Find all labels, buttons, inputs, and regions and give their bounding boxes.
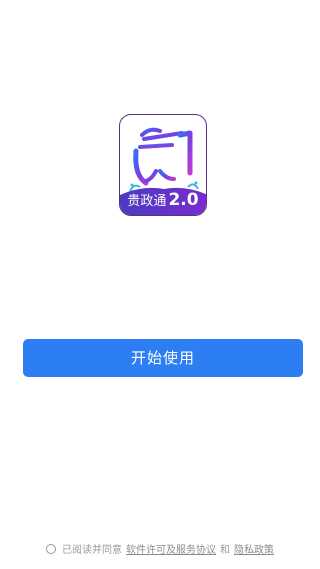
privacy-policy-link[interactable]: 隐私政策 <box>234 545 274 556</box>
agreement-row: 已阅读并同意 软件许可及服务协议和隐私政策 <box>0 543 320 559</box>
logo-version: 2.0 <box>168 190 199 210</box>
splash-screen: 贵政通 2.0 开始使用 已阅读并同意 软件许可及服务协议和隐私政策 <box>0 0 320 569</box>
start-button[interactable]: 开始使用 <box>23 339 303 377</box>
logo-text: 贵政通 2.0 <box>120 190 206 212</box>
agreement-prefix: 已阅读并同意 <box>62 545 122 556</box>
software-license-link[interactable]: 软件许可及服务协议 <box>126 545 216 556</box>
logo-title: 贵政通 <box>127 194 167 209</box>
app-logo: 贵政通 2.0 <box>119 114 207 216</box>
agreement-conjunction: 和 <box>220 545 230 556</box>
agree-radio[interactable] <box>46 544 56 554</box>
